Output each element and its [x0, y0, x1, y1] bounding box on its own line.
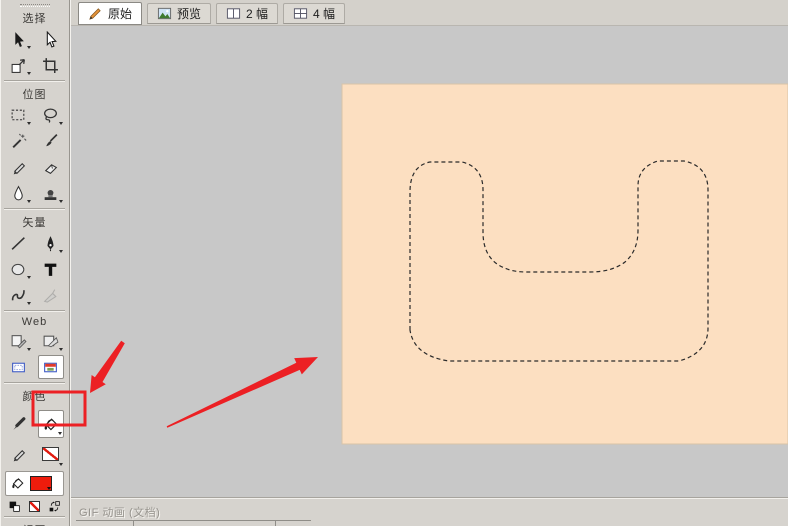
tab-4up-label: 4 幅 — [313, 5, 335, 22]
subselect-tool[interactable] — [38, 27, 64, 51]
scale-icon — [10, 57, 27, 74]
fill-color-swatch — [30, 476, 52, 491]
scale-tool[interactable] — [6, 53, 32, 77]
section-select: 选择 — [0, 8, 69, 77]
stroke-pencil-icon — [10, 446, 27, 463]
eraser-icon — [42, 159, 59, 176]
section-web: Web — [0, 314, 69, 379]
tab-original-label: 原始 — [108, 5, 132, 22]
section-label-web: Web — [0, 314, 69, 329]
pencil-tool[interactable] — [6, 155, 32, 179]
text-icon — [42, 261, 59, 278]
knife-icon — [42, 287, 59, 304]
divider — [4, 80, 65, 82]
pen-icon — [42, 235, 59, 252]
tab-4up[interactable]: 4 幅 — [283, 3, 345, 24]
divider — [4, 516, 65, 518]
blur-tool[interactable] — [6, 181, 32, 205]
show-slices-button[interactable] — [38, 355, 64, 379]
tab-preview-label: 预览 — [177, 5, 201, 22]
freeform-icon — [10, 287, 27, 304]
section-label-vector: 矢量 — [0, 212, 69, 231]
divider — [4, 382, 65, 384]
section-label-bitmap: 位图 — [0, 84, 69, 103]
brush-icon — [42, 133, 59, 150]
eyedropper-tool[interactable] — [6, 410, 32, 438]
slice-icon — [42, 333, 59, 350]
divider — [4, 310, 65, 312]
tools-panel: 选择 位图 矢量 — [0, 0, 70, 526]
no-stroke-fill-icon — [29, 501, 40, 512]
section-label-colors: 颜色 — [0, 386, 69, 405]
default-colors-icon — [8, 500, 21, 513]
marquee-icon — [10, 107, 27, 124]
ellipse-icon — [10, 261, 27, 278]
section-label-view: 视图 — [0, 520, 69, 526]
panel-grip[interactable] — [20, 4, 50, 7]
section-vector: 矢量 — [0, 212, 69, 307]
marquee-tool[interactable] — [6, 103, 32, 127]
line-icon — [10, 235, 27, 252]
hotspot-tool[interactable] — [6, 329, 32, 353]
lasso-icon — [42, 107, 59, 124]
ellipse-tool[interactable] — [6, 257, 32, 281]
fireworks-window: { "tabs": [ { "label": "原始", "icon": "pe… — [0, 0, 788, 526]
pencil-icon — [10, 159, 27, 176]
pointer-icon — [10, 31, 27, 48]
show-slices-icon — [42, 359, 59, 376]
pencil-icon — [88, 6, 103, 21]
section-bitmap: 位图 — [0, 84, 69, 205]
document-type-label: GIF 动画 (文档) — [79, 504, 160, 520]
swap-colors-button[interactable] — [48, 499, 62, 513]
subselect-icon — [42, 31, 59, 48]
freeform-tool[interactable] — [6, 283, 32, 307]
fill-color-well[interactable] — [5, 471, 64, 496]
tab-original[interactable]: 原始 — [78, 2, 142, 25]
tab-preview[interactable]: 预览 — [147, 3, 211, 24]
eyedropper-icon — [10, 416, 27, 433]
blur-icon — [10, 185, 27, 202]
hide-slices-icon — [10, 359, 27, 376]
pointer-tool[interactable] — [6, 27, 32, 51]
section-label-select: 选择 — [0, 8, 69, 27]
section-colors: 颜色 — [0, 386, 69, 513]
eraser-tool[interactable] — [38, 155, 64, 179]
magic-wand-tool[interactable] — [6, 129, 32, 153]
no-stroke-fill-button[interactable] — [28, 499, 42, 513]
two-up-icon — [226, 6, 241, 21]
view-tabbar: 原始 预览 2 幅 4 幅 — [71, 0, 788, 26]
paint-bucket-tool[interactable] — [38, 410, 64, 438]
magic-wand-icon — [10, 133, 27, 150]
fill-bucket-icon — [10, 476, 25, 491]
slice-tool[interactable] — [38, 329, 64, 353]
divider — [4, 208, 65, 210]
brush-tool[interactable] — [38, 129, 64, 153]
hide-slices-button[interactable] — [6, 355, 32, 379]
lasso-tool[interactable] — [38, 103, 64, 127]
no-stroke-swatch — [42, 447, 59, 461]
hotspot-icon — [10, 333, 27, 350]
document-workspace[interactable] — [71, 26, 788, 497]
status-bar: GIF 动画 (文档) — [71, 497, 788, 526]
text-tool[interactable] — [38, 257, 64, 281]
preview-image-icon — [157, 6, 172, 21]
crop-tool[interactable] — [38, 53, 64, 77]
knife-tool — [38, 283, 64, 307]
paint-bucket-icon — [42, 416, 59, 433]
tab-2up[interactable]: 2 幅 — [216, 3, 278, 24]
tab-2up-label: 2 幅 — [246, 5, 268, 22]
default-colors-button[interactable] — [8, 499, 22, 513]
stroke-color-well[interactable] — [38, 440, 64, 468]
swap-colors-icon — [48, 500, 61, 513]
rubber-stamp-tool[interactable] — [38, 181, 64, 205]
section-view: 视图 — [0, 520, 69, 526]
four-up-icon — [293, 6, 308, 21]
status-frame-strip — [76, 520, 311, 526]
stroke-color-tool[interactable] — [6, 440, 32, 468]
crop-icon — [42, 57, 59, 74]
line-tool[interactable] — [6, 231, 32, 255]
pen-tool[interactable] — [38, 231, 64, 255]
rubber-stamp-icon — [42, 185, 59, 202]
